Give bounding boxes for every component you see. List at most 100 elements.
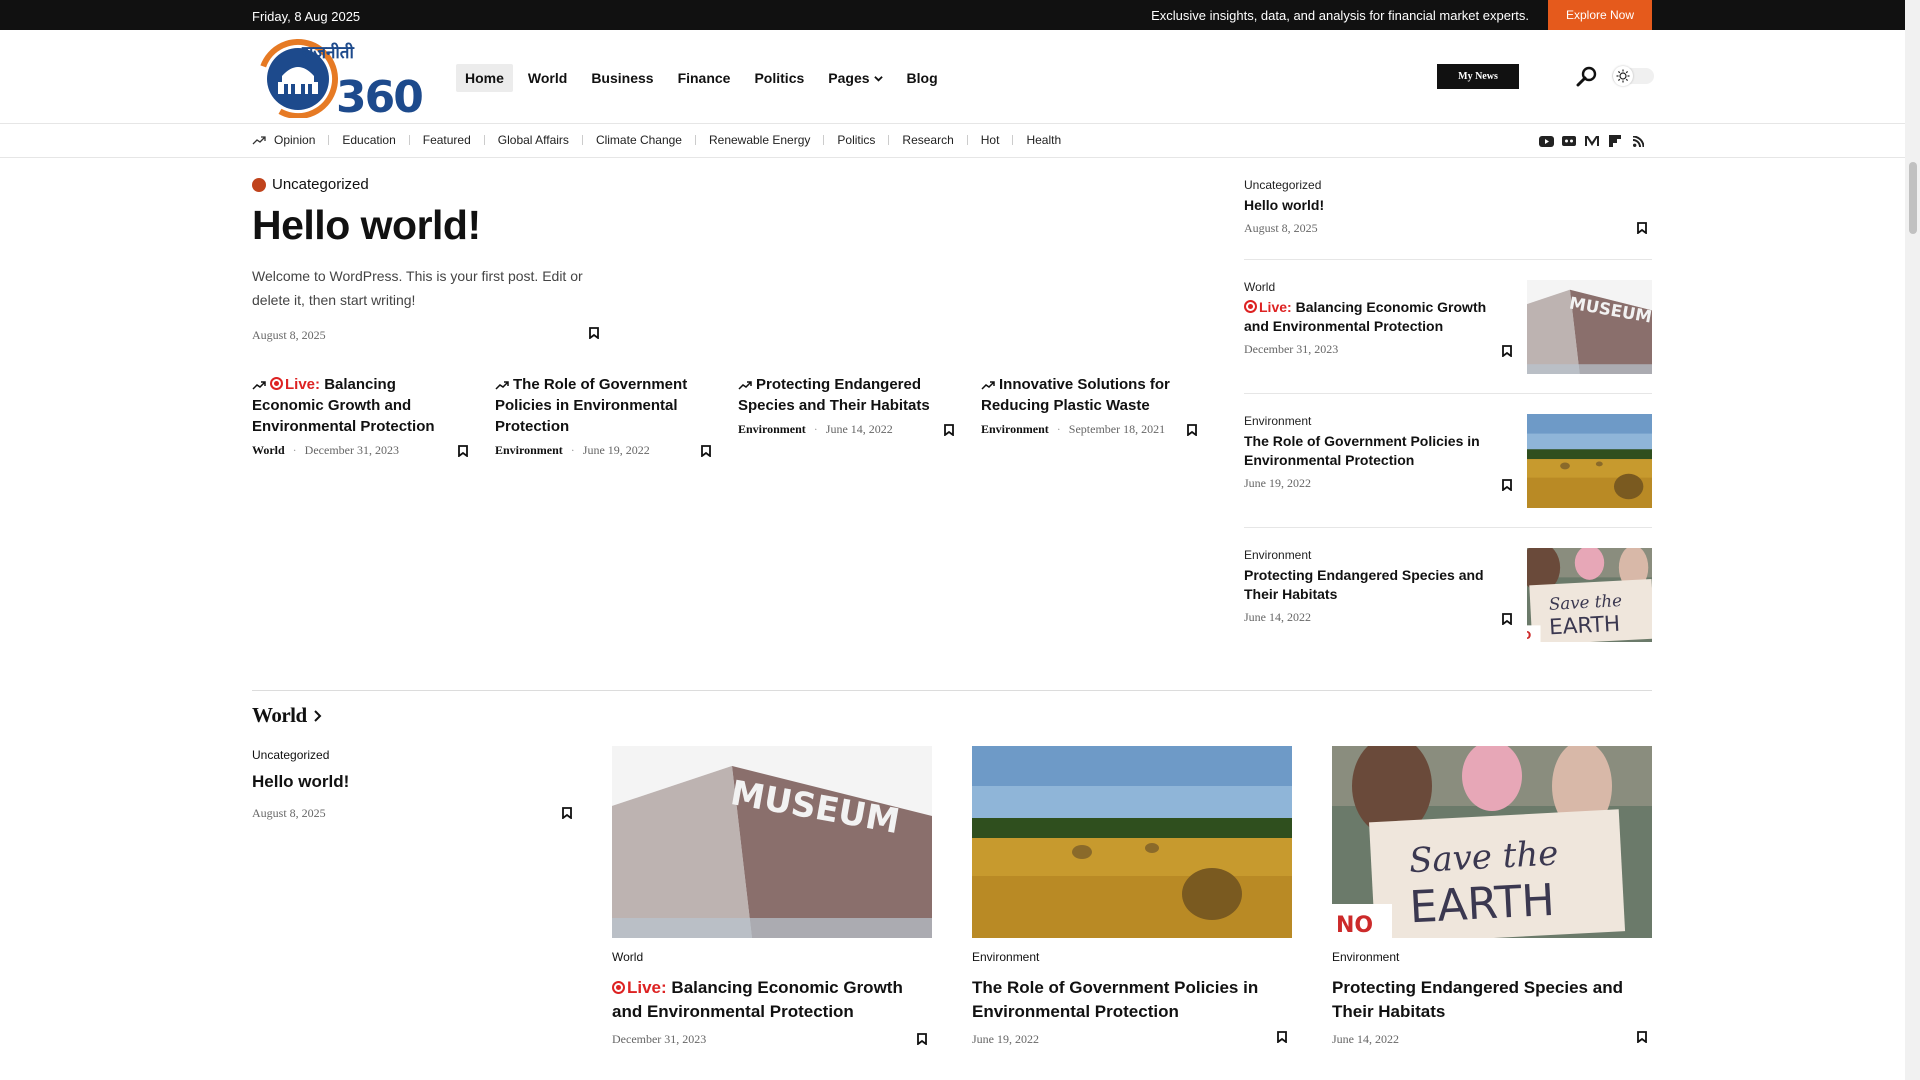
category-separator: [694, 135, 696, 145]
logo-number: 360: [336, 72, 422, 118]
hero-category[interactable]: Uncategorized: [252, 176, 369, 193]
category-label: Education: [342, 133, 396, 147]
post-meta: Environment · June 14, 2022: [738, 422, 956, 437]
post-thumbnail-image[interactable]: [1527, 414, 1652, 508]
my-news-button[interactable]: My News: [1437, 64, 1519, 89]
nav-home[interactable]: Home: [456, 64, 513, 92]
svg-text:NO: NO: [1527, 629, 1531, 642]
nav-blog[interactable]: Blog: [898, 64, 947, 92]
post-title[interactable]: Live: Balancing Economic Growth and Envi…: [252, 374, 470, 437]
post-title[interactable]: Live: Balancing Economic Growth and Envi…: [1244, 298, 1514, 336]
post-title[interactable]: Innovative Solutions for Reducing Plasti…: [981, 374, 1199, 416]
category-separator: [888, 135, 890, 145]
world-section-heading[interactable]: World: [252, 703, 323, 728]
bookmark-icon[interactable]: [1635, 221, 1649, 235]
category-link[interactable]: Climate Change: [596, 133, 682, 147]
post-date: June 14, 2022: [1332, 1032, 1399, 1046]
explore-now-button[interactable]: Explore Now: [1548, 0, 1652, 30]
svg-text:Save the: Save the: [1548, 591, 1622, 614]
post-thumbnail-image[interactable]: [972, 746, 1292, 938]
category-link[interactable]: Opinion: [252, 133, 315, 147]
trending-icon: [252, 376, 270, 393]
bookmark-icon[interactable]: [1500, 612, 1514, 626]
post-title[interactable]: Protecting Endangered Species and Their …: [1332, 976, 1652, 1024]
post-title[interactable]: Hello world!: [252, 772, 570, 792]
post-category[interactable]: Environment: [495, 443, 563, 458]
post-category[interactable]: Environment: [981, 422, 1049, 437]
bookmark-icon[interactable]: [560, 806, 574, 820]
svg-text:NO: NO: [1336, 913, 1373, 938]
youtube-icon[interactable]: [1538, 133, 1554, 149]
sidebar-post: World Live: Balancing Economic Growth and…: [1244, 280, 1652, 394]
post-category[interactable]: Environment: [1332, 950, 1652, 964]
post-category[interactable]: Uncategorized: [1244, 178, 1652, 192]
post-thumbnail-image[interactable]: Save theEARTH NO: [1527, 548, 1652, 642]
post-image[interactable]: Save the EARTH NO: [1332, 746, 1652, 938]
world-heading-label: World: [252, 703, 307, 727]
post-title[interactable]: Live: Balancing Economic Growth and Envi…: [612, 976, 932, 1024]
flipboard-icon[interactable]: [1607, 133, 1623, 149]
world-first-post: Uncategorized Hello world! August 8, 202…: [252, 748, 572, 821]
hero-title[interactable]: Hello world!: [252, 202, 481, 249]
post-date: August 8, 2025: [252, 806, 326, 820]
svg-text:EARTH: EARTH: [1549, 612, 1621, 641]
nav-politics[interactable]: Politics: [745, 64, 813, 92]
nav-world[interactable]: World: [519, 64, 576, 92]
search-button[interactable]: [1576, 66, 1598, 88]
bookmark-icon[interactable]: [1500, 344, 1514, 358]
category-link[interactable]: Education: [342, 133, 395, 147]
live-label: Live:: [285, 376, 321, 393]
sidebar-thumbnail[interactable]: [1527, 414, 1652, 508]
bookmark-icon[interactable]: [699, 444, 713, 458]
post-title[interactable]: The Role of Government Policies in Envir…: [972, 976, 1292, 1024]
sidebar-thumbnail[interactable]: Save theEARTH NO: [1527, 548, 1652, 642]
toggle-knob: [1613, 66, 1633, 86]
post-title[interactable]: Protecting Endangered Species and Their …: [738, 374, 956, 416]
bookmark-icon[interactable]: [942, 423, 956, 437]
post-thumbnail-image[interactable]: Save theEARTH NO: [1332, 746, 1652, 938]
post-title[interactable]: The Role of Government Policies in Envir…: [1244, 432, 1514, 470]
post-thumbnail-image[interactable]: MUSEUM: [612, 746, 932, 938]
category-link[interactable]: Politics: [837, 133, 875, 147]
category-link[interactable]: Global Affairs: [498, 133, 569, 147]
category-link[interactable]: Renewable Energy: [709, 133, 810, 147]
theme-toggle[interactable]: [1612, 66, 1654, 86]
post-title[interactable]: Hello world!: [1244, 196, 1514, 215]
bookmark-icon[interactable]: [1635, 1030, 1649, 1044]
nav-finance[interactable]: Finance: [669, 64, 740, 92]
rss-icon[interactable]: [1630, 133, 1646, 149]
site-logo[interactable]: राजनीती 360: [258, 36, 424, 123]
top-bar: Friday, 8 Aug 2025 Exclusive insights, d…: [0, 0, 1905, 30]
post-thumbnail-image[interactable]: MUSEUM: [1527, 280, 1652, 374]
bookmark-icon[interactable]: [1500, 478, 1514, 492]
post-image[interactable]: [972, 746, 1292, 938]
post-title[interactable]: The Role of Government Policies in Envir…: [495, 374, 713, 437]
post-date: September 18, 2021: [1068, 422, 1166, 436]
featured-small-post: Live: Balancing Economic Growth and Envi…: [252, 374, 470, 458]
category-link[interactable]: Featured: [423, 133, 471, 147]
post-category[interactable]: Environment: [738, 422, 806, 437]
bookmark-icon[interactable]: [456, 444, 470, 458]
bookmark-icon[interactable]: [587, 326, 601, 340]
post-date: December 31, 2023: [612, 1032, 707, 1046]
post-category[interactable]: World: [252, 443, 285, 458]
category-link[interactable]: Health: [1026, 133, 1061, 147]
bookmark-icon[interactable]: [915, 1032, 929, 1046]
category-link[interactable]: Research: [902, 133, 953, 147]
post-category[interactable]: World: [612, 950, 932, 964]
post-category[interactable]: Environment: [972, 950, 1292, 964]
nav-business[interactable]: Business: [582, 64, 662, 92]
page-scrollbar[interactable]: [1905, 0, 1920, 1080]
sidebar-thumbnail[interactable]: MUSEUM: [1527, 280, 1652, 374]
post-category[interactable]: Uncategorized: [252, 748, 570, 762]
post-title[interactable]: Protecting Endangered Species and Their …: [1244, 566, 1514, 604]
bookmark-icon[interactable]: [1275, 1030, 1289, 1044]
post-meta: World · December 31, 2023: [252, 443, 470, 458]
category-link[interactable]: Hot: [981, 133, 1000, 147]
nav-pages[interactable]: Pages: [819, 64, 891, 92]
post-image[interactable]: MUSEUM: [612, 746, 932, 938]
bookmark-icon[interactable]: [1185, 423, 1199, 437]
medium-icon[interactable]: [1584, 133, 1600, 149]
reddit-icon[interactable]: [1561, 133, 1577, 149]
scrollbar-thumb[interactable]: [1909, 162, 1917, 234]
